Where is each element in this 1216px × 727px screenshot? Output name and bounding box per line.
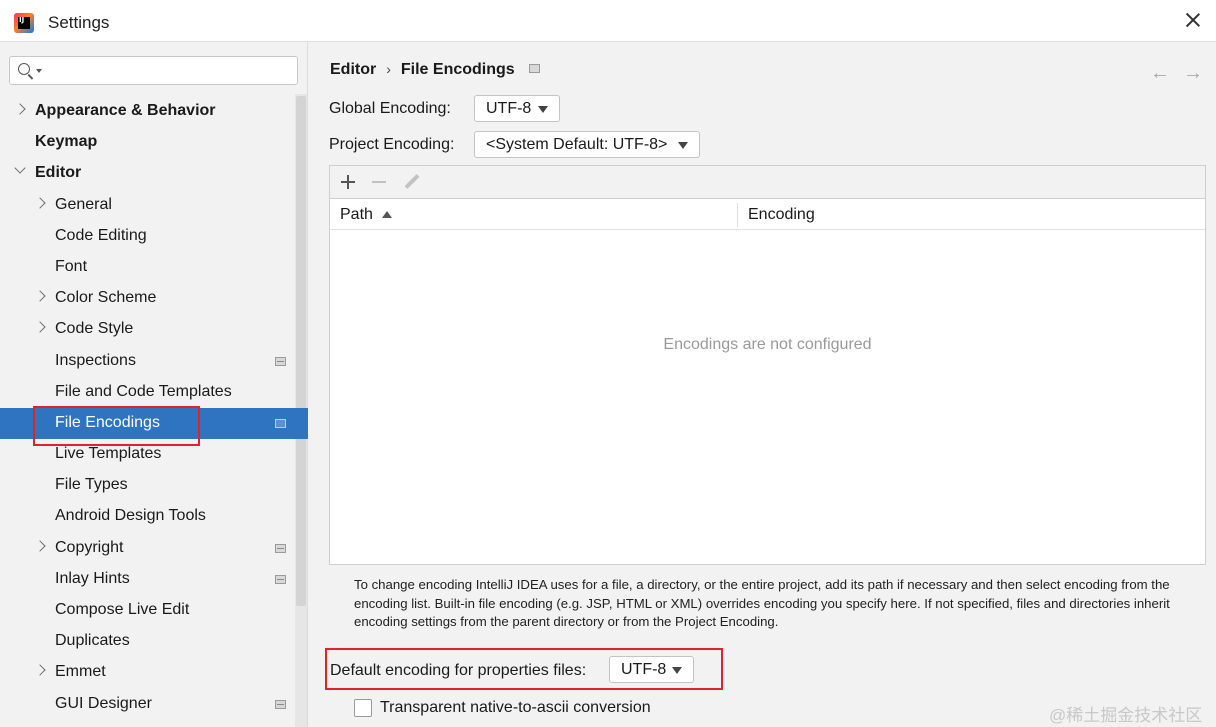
table-toolbar — [330, 166, 1205, 199]
remove-icon[interactable] — [367, 170, 391, 194]
chevron-right-icon[interactable] — [34, 290, 46, 302]
sidebar-item-label: Font — [55, 257, 88, 275]
breadcrumb-parent[interactable]: Editor — [330, 61, 376, 78]
edit-icon[interactable] — [400, 170, 424, 194]
sidebar-item-compose-live-edit[interactable]: Compose Live Edit — [0, 595, 308, 626]
transparent-conversion-label[interactable]: Transparent native-to-ascii conversion — [380, 699, 651, 717]
project-scope-icon — [275, 699, 286, 709]
sort-ascending-icon — [382, 211, 392, 218]
sidebar-item-gui-designer[interactable]: GUI Designer — [0, 689, 308, 720]
transparent-conversion-checkbox[interactable] — [354, 699, 372, 717]
column-divider[interactable] — [737, 203, 738, 227]
column-header-encoding[interactable]: Encoding — [748, 206, 815, 224]
sidebar-item-emmet[interactable]: Emmet — [0, 657, 308, 688]
sidebar-item-label: File and Code Templates — [55, 382, 232, 400]
project-encoding-value: <System Default: UTF-8> — [486, 136, 668, 153]
sidebar-item-font[interactable]: Font — [0, 252, 308, 283]
sidebar-item-file-and-code-templates[interactable]: File and Code Templates — [0, 377, 308, 408]
global-encoding-value: UTF-8 — [486, 100, 532, 117]
encodings-table: Path Encoding Encodings are not configur… — [329, 165, 1206, 565]
sidebar-item-android-design-tools[interactable]: Android Design Tools — [0, 501, 308, 532]
search-input[interactable] — [46, 60, 291, 81]
sidebar-item-editor[interactable]: Editor — [0, 158, 308, 189]
sidebar-item-appearance-behavior[interactable]: Appearance & Behavior — [0, 96, 308, 127]
chevron-down-icon — [538, 106, 548, 113]
project-scope-icon — [275, 356, 286, 366]
window-title: Settings — [48, 13, 110, 32]
sidebar-item-inlay-hints[interactable]: Inlay Hints — [0, 564, 308, 595]
sidebar-item-code-style[interactable]: Code Style — [0, 314, 308, 345]
sidebar-item-label: Color Scheme — [55, 289, 157, 307]
chevron-right-icon[interactable] — [34, 539, 46, 552]
search-icon — [18, 63, 30, 75]
sidebar-item-label: Inlay Hints — [55, 569, 130, 587]
title-bar: IJ Settings — [0, 0, 1216, 42]
chevron-down-icon[interactable] — [14, 162, 26, 175]
sidebar-item-copyright[interactable]: Copyright — [0, 533, 308, 564]
global-encoding-label: Global Encoding: — [329, 100, 451, 117]
sidebar-item-label: Code Editing — [55, 226, 147, 244]
sidebar-item-keymap[interactable]: Keymap — [0, 127, 308, 158]
project-scope-icon — [275, 574, 286, 584]
sidebar-item-label: Editor — [35, 164, 82, 182]
sidebar-item-label: GUI Designer — [55, 694, 152, 712]
chevron-down-icon[interactable] — [36, 69, 42, 73]
sidebar-item-label: Code Style — [55, 320, 134, 338]
annotation-highlight-file-encodings — [33, 406, 200, 446]
sidebar-item-label: General — [55, 195, 112, 213]
chevron-down-icon — [678, 142, 688, 149]
sidebar-item-duplicates[interactable]: Duplicates — [0, 626, 308, 657]
sidebar-item-label: Android Design Tools — [55, 507, 206, 525]
sidebar-item-label: Copyright — [55, 538, 124, 556]
global-encoding-dropdown[interactable]: UTF-8 — [474, 95, 560, 122]
forward-arrow-icon[interactable]: → — [1183, 62, 1203, 85]
sidebar-item-label: Duplicates — [55, 632, 130, 650]
sidebar-item-label: Live Templates — [55, 445, 162, 463]
chevron-right-icon[interactable] — [34, 321, 46, 333]
empty-table-message: Encodings are not configured — [663, 336, 872, 353]
sidebar-item-label: Appearance & Behavior — [35, 102, 216, 119]
sidebar-item-general[interactable]: General — [0, 190, 308, 221]
chevron-right-icon[interactable] — [14, 103, 26, 115]
logo-text: IJ — [19, 16, 25, 24]
sidebar-item-code-editing[interactable]: Code Editing — [0, 221, 308, 252]
encoding-help-text: To change encoding IntelliJ IDEA uses fo… — [354, 577, 1170, 630]
sidebar-item-label: File Types — [55, 476, 128, 494]
breadcrumb-separator: › — [386, 61, 391, 77]
add-icon[interactable] — [336, 170, 360, 194]
sidebar-item-file-types[interactable]: File Types — [0, 470, 308, 501]
sidebar-item-inspections[interactable]: Inspections — [0, 346, 308, 377]
annotation-highlight-properties-encoding — [325, 648, 723, 690]
settings-content: Editor › File Encodings ← → Global Encodin… — [308, 42, 1216, 727]
close-icon[interactable] — [1180, 7, 1206, 33]
project-encoding-dropdown[interactable]: <System Default: UTF-8> — [474, 131, 700, 158]
sidebar-item-label: Keymap — [35, 133, 98, 151]
sidebar-item-label: Inspections — [55, 351, 136, 369]
intellij-logo-icon: IJ — [14, 13, 34, 33]
project-scope-icon — [275, 543, 286, 553]
project-scope-icon — [528, 64, 540, 73]
settings-sidebar: Appearance & Behavior Keymap Editor General… — [0, 42, 308, 727]
table-header: Path Encoding — [330, 199, 1205, 230]
breadcrumb: Editor › File Encodings — [330, 61, 540, 79]
sidebar-item-label: Emmet — [55, 663, 106, 681]
chevron-right-icon[interactable] — [34, 664, 46, 677]
sidebar-item-color-scheme[interactable]: Color Scheme — [0, 283, 308, 314]
column-header-path[interactable]: Path — [340, 206, 373, 224]
search-box[interactable] — [9, 56, 298, 85]
project-encoding-label: Project Encoding: — [329, 136, 455, 153]
breadcrumb-current: File Encodings — [400, 61, 515, 78]
project-scope-icon — [275, 418, 286, 428]
watermark: @稀土掘金技术社区 — [1049, 706, 1203, 725]
chevron-right-icon[interactable] — [34, 196, 46, 209]
sidebar-item-label: Compose Live Edit — [55, 601, 190, 618]
back-arrow-icon[interactable]: ← — [1150, 62, 1170, 85]
